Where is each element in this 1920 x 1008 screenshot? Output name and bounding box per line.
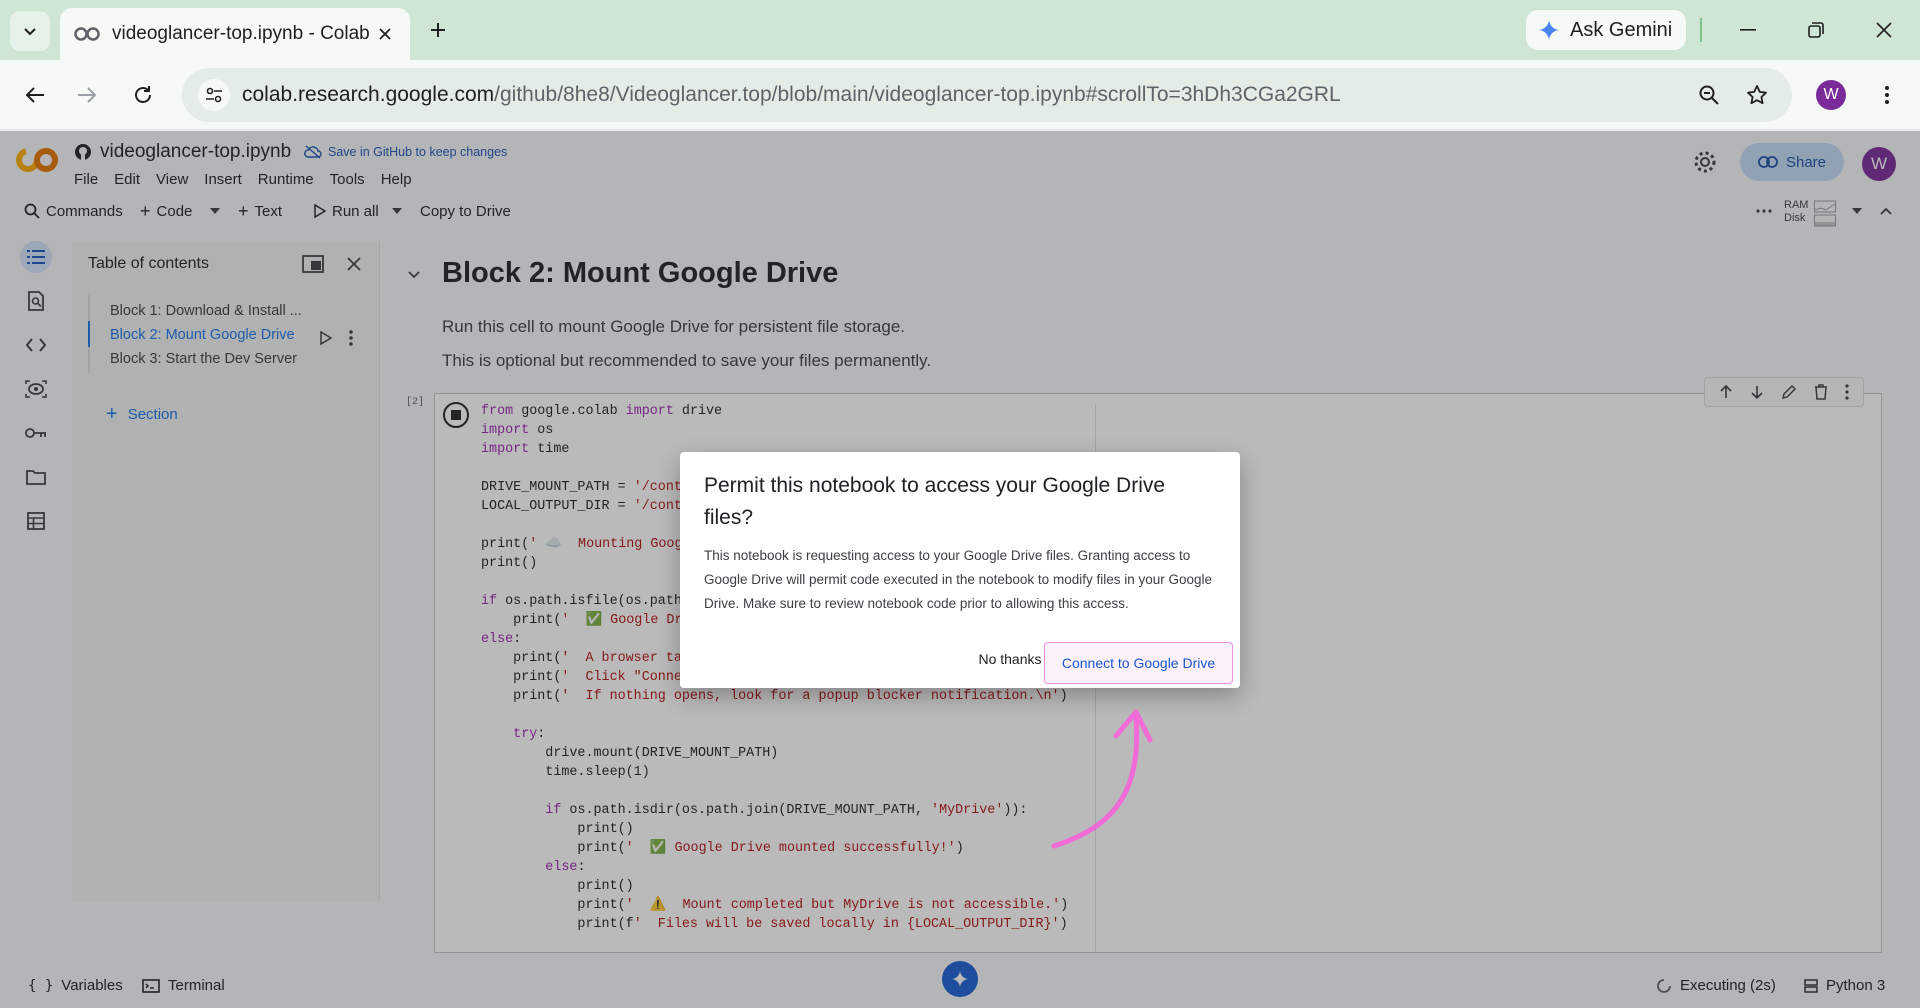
- colab-favicon-icon: [74, 27, 100, 41]
- drive-permission-dialog: Permit this notebook to access your Goog…: [680, 452, 1240, 688]
- address-bar[interactable]: colab.research.google.com/github/8he8/Vi…: [182, 68, 1792, 122]
- site-info-icon[interactable]: [198, 79, 230, 111]
- dialog-title: Permit this notebook to access your Goog…: [704, 474, 1166, 529]
- url-text: colab.research.google.com/github/8he8/Vi…: [242, 83, 1341, 107]
- zoom-button[interactable]: [1694, 80, 1724, 110]
- connect-to-drive-button[interactable]: Connect to Google Drive: [1044, 642, 1233, 684]
- chevron-down-icon: [24, 28, 36, 36]
- highlight-arrow-icon: [1051, 709, 1153, 849]
- star-icon: [1747, 85, 1767, 105]
- browser-tab-active[interactable]: videoglancer-top.ipynb - Colab: [60, 8, 410, 60]
- close-icon: [1876, 22, 1892, 38]
- bookmark-button[interactable]: [1742, 80, 1772, 110]
- arrow-back-icon: [25, 87, 44, 103]
- dialog-body: This notebook is requesting access to yo…: [704, 548, 1213, 611]
- browser-menu-button[interactable]: [1872, 80, 1902, 110]
- url-host: colab.research.google.com: [242, 83, 495, 106]
- browser-toolbar: colab.research.google.com/github/8he8/Vi…: [0, 60, 1920, 130]
- zoom-icon: [1699, 85, 1719, 105]
- ask-gemini-label: Ask Gemini: [1570, 18, 1673, 41]
- plus-icon: [431, 23, 445, 37]
- url-path: /github/8he8/Videoglancer.top/blob/main/…: [494, 83, 1341, 106]
- more-vert-icon: [1885, 86, 1889, 104]
- browser-profile-avatar[interactable]: W: [1816, 80, 1846, 110]
- restore-icon: [1808, 22, 1824, 38]
- reload-icon: [135, 86, 151, 103]
- reload-button[interactable]: [126, 78, 160, 112]
- new-tab-button[interactable]: [424, 16, 452, 44]
- forward-button[interactable]: [70, 78, 104, 112]
- back-button[interactable]: [18, 78, 52, 112]
- arrow-forward-icon: [78, 87, 97, 103]
- tab-search-button[interactable]: [10, 11, 50, 51]
- window-separator: [1700, 18, 1702, 42]
- tab-title: videoglancer-top.ipynb - Colab: [112, 23, 370, 44]
- minimize-icon: [1740, 29, 1756, 31]
- ask-gemini-button[interactable]: Ask Gemini: [1526, 10, 1686, 50]
- minimize-button[interactable]: [1728, 14, 1768, 46]
- tab-close-icon[interactable]: [374, 23, 396, 45]
- gemini-sparkle-icon: [1539, 20, 1559, 40]
- browser-tabstrip: videoglancer-top.ipynb - Colab Ask Gemin…: [0, 0, 1920, 60]
- close-window-button[interactable]: [1864, 14, 1904, 46]
- restore-button[interactable]: [1796, 14, 1836, 46]
